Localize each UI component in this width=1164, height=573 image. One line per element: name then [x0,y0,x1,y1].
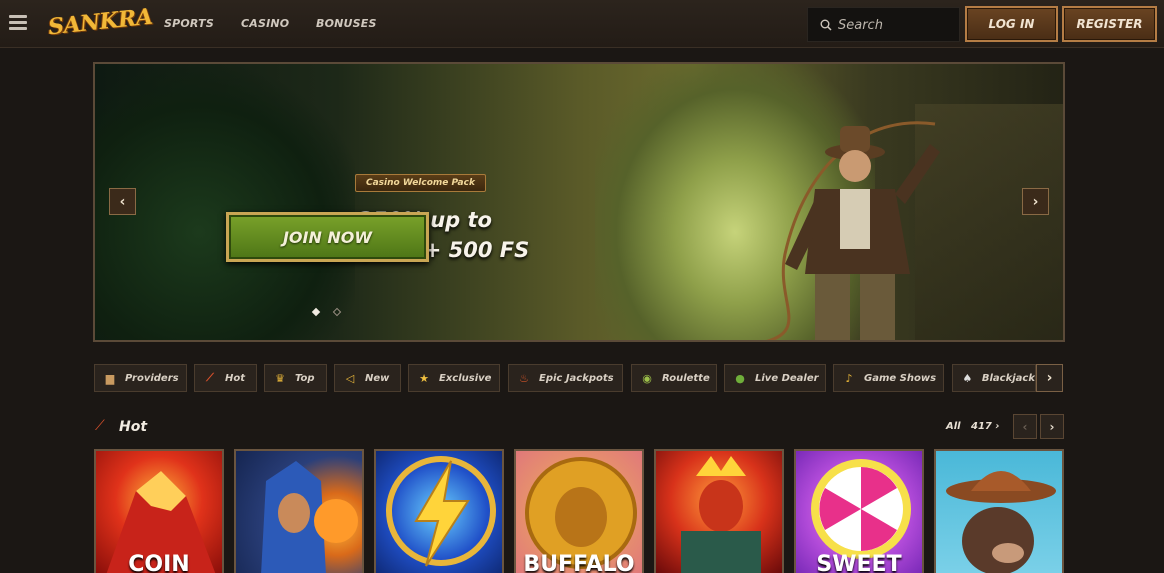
category-exclusive[interactable]: ★ Exclusive [408,364,500,392]
pharaoh-art [261,461,358,573]
login-button[interactable]: LOG IN [965,6,1058,42]
games-prev-button[interactable]: ‹ [1013,414,1037,439]
game-tile[interactable] [234,449,364,573]
game-title: SWEET [816,552,902,573]
category-label: Top [295,372,315,384]
category-providers[interactable]: ▆ Providers [94,364,187,392]
cowboy-dog-art [946,471,1056,573]
game-tile[interactable] [934,449,1064,573]
book-icon: ▆ [105,371,115,385]
warrior-art [681,456,761,573]
search-input[interactable] [838,16,956,34]
search-box[interactable] [807,7,960,42]
roulette-icon: ◉ [642,371,652,385]
dynamite-icon: ⟋ [95,418,105,434]
game-title: COIN [128,552,190,573]
games-next-button[interactable]: › [1040,414,1064,439]
hero-banner[interactable]: Casino Welcome Pack 350% up to €10,000 +… [93,62,1065,342]
hamburger-menu-icon[interactable] [9,15,27,31]
nav-bonuses[interactable]: BONUSES [316,17,377,30]
category-hot[interactable]: ⟋ Hot [194,364,257,392]
category-live-dealer[interactable]: ● Live Dealer [724,364,826,392]
cards-icon: ♠ [962,371,973,385]
register-button[interactable]: REGISTER [1062,6,1157,42]
hero-prev-button[interactable]: ‹ [109,188,136,215]
horn-icon: ◁ [345,371,355,385]
category-epic-jackpots[interactable]: ♨ Epic Jackpots [508,364,623,392]
microphone-icon: ♪ [845,371,853,385]
category-game-shows[interactable]: ♪ Game Shows [833,364,944,392]
game-tile[interactable]: SWEET [794,449,924,573]
fire-icon: ♨ [519,371,529,385]
categories-next-button[interactable]: › [1036,364,1063,392]
search-icon [820,19,832,31]
games-count[interactable]: 417 › [971,421,999,432]
category-new[interactable]: ◁ New [334,364,401,392]
welcome-badge: Casino Welcome Pack [355,174,486,192]
game-title: BUFFALO [523,552,635,573]
lightning-art [386,456,496,567]
category-label: Epic Jackpots [539,372,614,384]
chip-icon: ● [735,371,745,385]
category-label: Providers [125,372,179,384]
nav-casino[interactable]: CASINO [241,17,289,30]
category-label: Blackjack [981,372,1035,384]
category-label: New [365,372,390,384]
explorer-illustration [766,121,940,340]
crown-icon: ♛ [275,371,285,385]
nav-sports[interactable]: SPORTS [164,17,214,30]
category-label: Live Dealer [755,372,819,384]
games-count-value: 417 [971,421,992,432]
category-blackjack[interactable]: ♠ Blackjack [952,364,1036,392]
category-label: Roulette [662,372,710,384]
game-tile[interactable]: COIN [94,449,224,573]
category-label: Hot [225,372,246,384]
section-title-hot: Hot [119,419,148,435]
site-logo[interactable]: SANKRA [47,4,154,41]
game-tile[interactable]: BUFFALO [514,449,644,573]
game-tile[interactable] [374,449,504,573]
category-label: Game Shows [864,372,937,384]
category-top[interactable]: ♛ Top [264,364,327,392]
view-all-link[interactable]: All [946,421,961,432]
join-now-button[interactable]: JOIN NOW [226,212,429,262]
category-label: Exclusive [439,372,492,384]
dynamite-icon: ⟋ [206,371,214,384]
category-roulette[interactable]: ◉ Roulette [631,364,717,392]
game-tile[interactable] [654,449,784,573]
hero-next-button[interactable]: › [1022,188,1049,215]
top-header: SANKRA SPORTS CASINO BONUSES LOG IN REGI… [0,0,1164,48]
star-icon: ★ [419,371,429,385]
